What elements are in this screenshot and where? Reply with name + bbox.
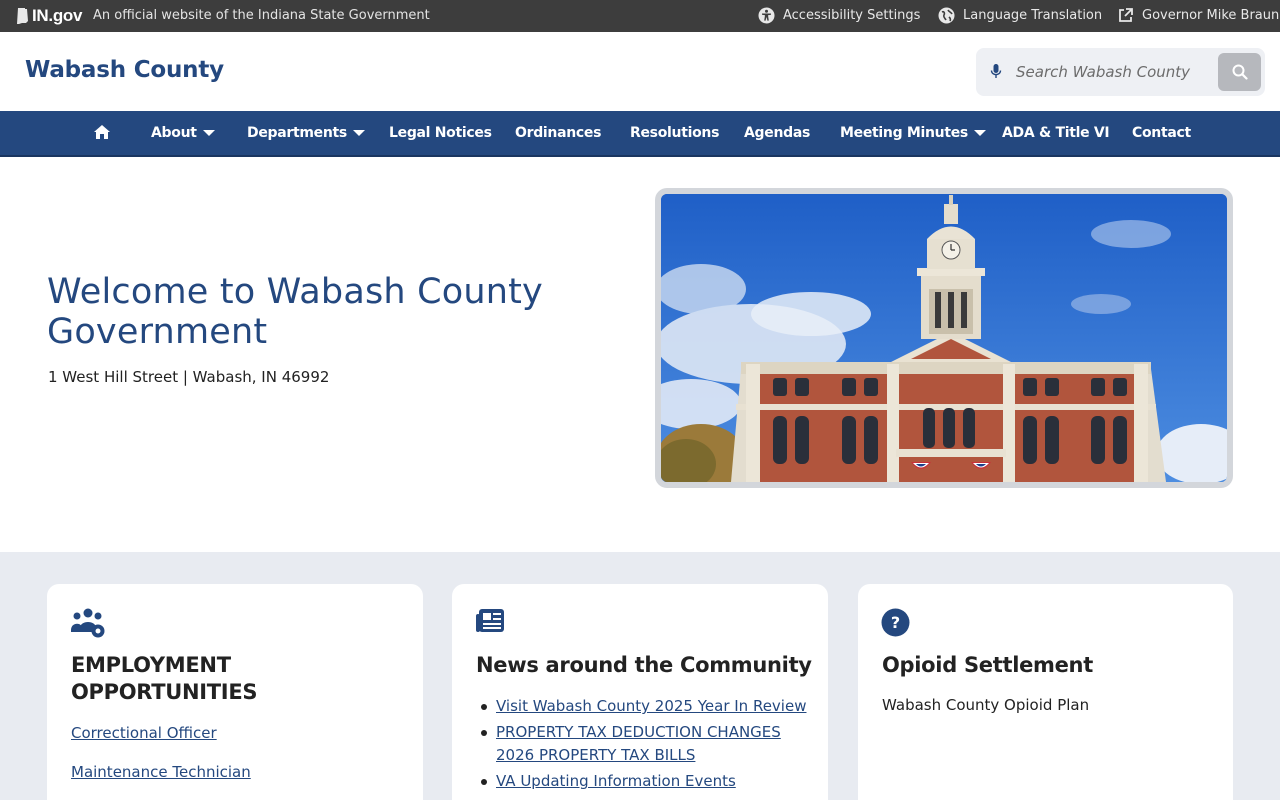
search-input[interactable] xyxy=(1016,58,1192,86)
main-nav: About Departments Legal Notices Ordinanc… xyxy=(0,111,1280,157)
ingov-logo-text: IN.gov xyxy=(32,6,83,25)
hero-title: Welcome to Wabash County Government xyxy=(47,272,543,352)
nav-departments[interactable]: Departments xyxy=(247,125,365,141)
accessibility-icon xyxy=(758,7,775,24)
job-link-correctional-officer[interactable]: Correctional Officer xyxy=(71,724,217,742)
svg-text:?: ? xyxy=(891,613,900,632)
ingov-logo[interactable]: IN.gov xyxy=(16,6,82,26)
nav-ada-title-vi[interactable]: ADA & Title VI xyxy=(1002,125,1110,141)
search-box xyxy=(976,48,1265,96)
microphone-icon[interactable] xyxy=(990,63,1002,80)
official-site-text: An official website of the Indiana State… xyxy=(93,8,430,23)
courthouse-illustration xyxy=(661,194,1227,482)
language-translation-label: Language Translation xyxy=(963,8,1103,23)
nav-about[interactable]: About xyxy=(151,125,215,141)
feature-cards-section: EMPLOYMENT OPPORTUNITIES Correctional Of… xyxy=(0,552,1280,800)
nav-resolutions[interactable]: Resolutions xyxy=(630,125,719,141)
news-card: News around the Community Visit Wabash C… xyxy=(452,584,828,800)
globe-icon xyxy=(938,7,955,24)
news-list: Visit Wabash County 2025 Year In Review … xyxy=(476,695,816,796)
nav-ordinances-label: Ordinances xyxy=(515,125,602,141)
news-card-title: News around the Community xyxy=(476,653,812,677)
list-item: VA Updating Information Events xyxy=(476,770,816,793)
nav-contact[interactable]: Contact xyxy=(1132,125,1191,141)
courthouse-photo xyxy=(655,188,1233,488)
state-bar: IN.gov An official website of the Indian… xyxy=(0,0,1280,32)
nav-meeting-minutes[interactable]: Meeting Minutes xyxy=(840,125,986,141)
nav-about-label: About xyxy=(151,125,197,141)
nav-ada-title-vi-label: ADA & Title VI xyxy=(1002,125,1110,141)
nav-departments-label: Departments xyxy=(247,125,347,141)
nav-meeting-minutes-label: Meeting Minutes xyxy=(840,125,968,141)
employment-card-title: EMPLOYMENT OPPORTUNITIES xyxy=(71,653,258,704)
governor-label: Governor Mike Braun xyxy=(1142,8,1280,23)
list-item: PROPERTY TAX DEDUCTION CHANGES 2026 PROP… xyxy=(476,721,816,767)
caret-down-icon xyxy=(352,130,365,136)
job-link-maintenance-technician[interactable]: Maintenance Technician xyxy=(71,763,251,781)
external-link-icon xyxy=(1119,8,1133,22)
accessibility-settings-label: Accessibility Settings xyxy=(783,8,921,23)
employment-card: EMPLOYMENT OPPORTUNITIES Correctional Of… xyxy=(47,584,423,800)
language-translation-link[interactable]: Language Translation xyxy=(938,7,1102,24)
hero-section: Welcome to Wabash County Government 1 We… xyxy=(0,157,1280,552)
nav-contact-label: Contact xyxy=(1132,125,1191,141)
list-item: Visit Wabash County 2025 Year In Review xyxy=(476,695,816,718)
news-link-va-events[interactable]: VA Updating Information Events xyxy=(496,772,736,790)
governor-link[interactable]: Governor Mike Braun xyxy=(1117,7,1279,24)
people-gear-icon xyxy=(71,608,105,638)
opioid-plan-text[interactable]: Wabash County Opioid Plan xyxy=(882,696,1089,714)
search-button[interactable] xyxy=(1218,53,1261,91)
hero-address: 1 West Hill Street | Wabash, IN 46992 xyxy=(48,368,330,386)
caret-down-icon xyxy=(202,130,215,136)
news-link-property-tax[interactable]: PROPERTY TAX DEDUCTION CHANGES 2026 PROP… xyxy=(496,723,781,764)
nav-legal-notices[interactable]: Legal Notices xyxy=(389,125,492,141)
home-icon xyxy=(94,125,110,139)
search-icon xyxy=(1232,64,1248,80)
newspaper-icon xyxy=(476,609,504,632)
opioid-card-title: Opioid Settlement xyxy=(882,653,1093,677)
caret-down-icon xyxy=(973,130,986,136)
accessibility-settings-link[interactable]: Accessibility Settings xyxy=(758,7,920,24)
nav-resolutions-label: Resolutions xyxy=(630,125,720,141)
nav-agendas[interactable]: Agendas xyxy=(744,125,810,141)
nav-legal-notices-label: Legal Notices xyxy=(389,125,492,141)
nav-agendas-label: Agendas xyxy=(744,125,811,141)
news-link-year-in-review[interactable]: Visit Wabash County 2025 Year In Review xyxy=(496,697,806,715)
question-circle-icon: ? xyxy=(881,608,910,637)
opioid-card: ? Opioid Settlement Wabash County Opioid… xyxy=(858,584,1233,800)
indiana-state-icon xyxy=(17,8,28,24)
nav-ordinances[interactable]: Ordinances xyxy=(515,125,601,141)
nav-home[interactable] xyxy=(93,124,111,140)
site-title[interactable]: Wabash County xyxy=(25,57,224,83)
site-header: Wabash County xyxy=(0,32,1280,111)
